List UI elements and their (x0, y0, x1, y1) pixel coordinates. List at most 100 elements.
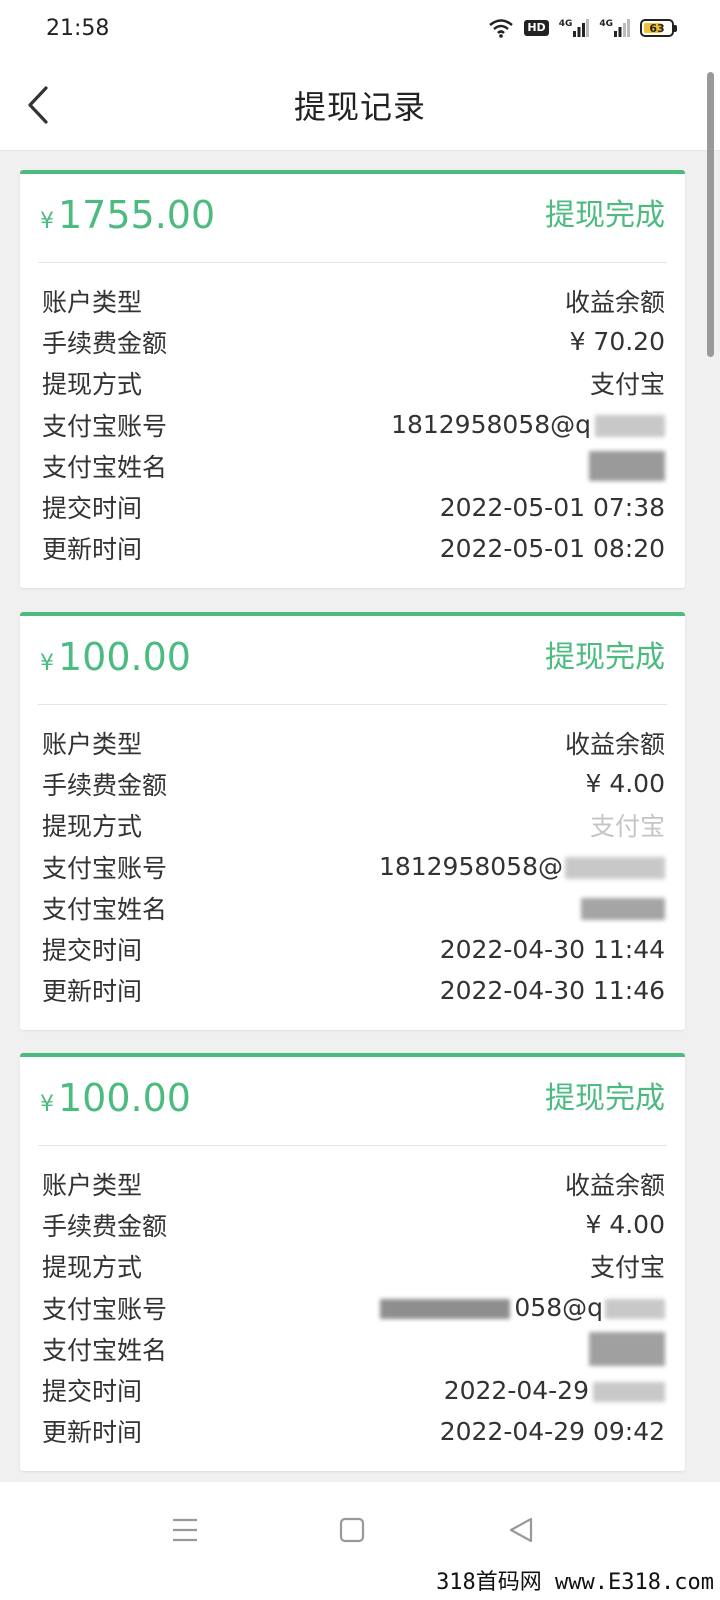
value-account-type: 收益余额 (564, 729, 665, 759)
value-submit-time: 2022-04-30 11:44 (439, 934, 665, 964)
divider (38, 262, 667, 263)
label-alipay-account: 支付宝账号 (42, 853, 168, 883)
label-fee: 手续费金额 (42, 770, 168, 800)
label-account-type: 账户类型 (42, 287, 143, 317)
value-alipay-account-wrap: 1812958058@ (379, 852, 665, 881)
value-fee: ¥ 4.00 (585, 1210, 665, 1240)
wifi-icon (488, 18, 514, 38)
amount: ¥100.00 (40, 634, 191, 687)
label-update-time: 更新时间 (42, 535, 143, 565)
signal-icon-1: 4G (559, 19, 590, 37)
label-method: 提现方式 (42, 1253, 143, 1283)
row-alipay-account: 支付宝账号 058@q (42, 1287, 665, 1328)
record-details: 账户类型 收益余额 手续费金额 ¥ 4.00 提现方式 支付宝 支付宝账号 05… (42, 1163, 665, 1452)
row-submit-time: 提交时间 2022-04-29 (42, 1369, 665, 1410)
label-alipay-name: 支付宝姓名 (42, 452, 168, 482)
redacted-block (565, 857, 665, 880)
currency-symbol: ¥ (40, 1092, 54, 1117)
label-fee: 手续费金额 (42, 328, 168, 358)
row-update-time: 更新时间 2022-04-29 09:42 (42, 1411, 665, 1452)
label-alipay-account: 支付宝账号 (42, 411, 168, 441)
value-account-type: 收益余额 (564, 1170, 665, 1200)
redacted-block (595, 415, 665, 438)
row-account-type: 账户类型 收益余额 (42, 1163, 665, 1204)
system-nav-bar: 318首码网 www.E318.com (0, 1482, 720, 1600)
amount-value: 100.00 (58, 1076, 191, 1120)
record-details: 账户类型 收益余额 手续费金额 ¥ 4.00 提现方式 支付宝 支付宝账号 18… (42, 722, 665, 1011)
row-fee: 手续费金额 ¥ 4.00 (42, 763, 665, 804)
value-alipay-account: 058@q (514, 1293, 603, 1323)
value-submit-time: 2022-04-29 (443, 1375, 589, 1405)
currency-symbol: ¥ (40, 209, 54, 234)
value-account-type: 收益余额 (564, 287, 665, 317)
withdrawal-record-card: ¥100.00 提现完成 账户类型 收益余额 手续费金额 ¥ 4.00 提现方式… (20, 1053, 685, 1471)
system-back-button[interactable] (501, 1510, 541, 1550)
redacted-block (380, 1299, 511, 1320)
status-bar: 21:58 HD 4G 4G 63 (0, 0, 720, 60)
withdrawal-record-card: ¥1755.00 提现完成 账户类型 收益余额 手续费金额 ¥ 70.20 提现… (20, 170, 685, 588)
watermark: 318首码网 www.E318.com (436, 1570, 714, 1595)
value-alipay-name-redacted (589, 1331, 665, 1366)
redacted-block (593, 1381, 665, 1402)
currency-symbol: ¥ (40, 651, 54, 676)
label-fee: 手续费金额 (42, 1211, 168, 1241)
value-update-time: 2022-04-29 09:42 (439, 1416, 665, 1446)
value-alipay-account-wrap: 1812958058@q (391, 410, 665, 439)
label-submit-time: 提交时间 (42, 1377, 143, 1407)
label-alipay-name: 支付宝姓名 (42, 1335, 168, 1365)
value-alipay-name-redacted (589, 450, 665, 482)
home-button[interactable] (332, 1510, 372, 1550)
nav-bar: 提现记录 (0, 60, 720, 151)
row-alipay-name: 支付宝姓名 (42, 445, 665, 486)
amount-value: 100.00 (58, 635, 191, 679)
record-details: 账户类型 收益余额 手续费金额 ¥ 70.20 提现方式 支付宝 支付宝账号 1… (42, 280, 665, 569)
value-fee: ¥ 4.00 (585, 769, 665, 799)
back-triangle-icon (509, 1517, 533, 1543)
menu-button[interactable] (165, 1510, 205, 1550)
battery-level: 63 (649, 21, 665, 35)
value-fee: ¥ 70.20 (569, 327, 665, 357)
row-alipay-account: 支付宝账号 1812958058@ (42, 846, 665, 887)
row-update-time: 更新时间 2022-04-30 11:46 (42, 970, 665, 1011)
amount: ¥100.00 (40, 1075, 191, 1128)
battery-icon: 63 (640, 19, 677, 37)
label-update-time: 更新时间 (42, 1418, 143, 1448)
row-alipay-name: 支付宝姓名 (42, 887, 665, 928)
status-icons: HD 4G 4G 63 (488, 18, 677, 38)
divider (38, 704, 667, 705)
signal-icon-2: 4G (599, 19, 630, 37)
divider (38, 1145, 667, 1146)
label-account-type: 账户类型 (42, 1170, 143, 1200)
value-alipay-account: 1812958058@ (378, 852, 563, 882)
label-method: 提现方式 (42, 812, 143, 842)
scrollbar[interactable] (707, 72, 714, 357)
status-badge: 提现完成 (545, 640, 665, 675)
row-update-time: 更新时间 2022-05-01 08:20 (42, 528, 665, 569)
label-alipay-name: 支付宝姓名 (42, 894, 168, 924)
row-submit-time: 提交时间 2022-04-30 11:44 (42, 928, 665, 969)
value-update-time: 2022-05-01 08:20 (439, 533, 665, 563)
redacted-block (605, 1299, 665, 1320)
label-account-type: 账户类型 (42, 729, 143, 759)
label-alipay-account: 支付宝账号 (42, 1294, 168, 1324)
value-update-time: 2022-04-30 11:46 (439, 975, 665, 1005)
row-alipay-name: 支付宝姓名 (42, 1328, 665, 1369)
value-method: 支付宝 (589, 812, 665, 842)
row-fee: 手续费金额 ¥ 4.00 (42, 1204, 665, 1245)
row-method: 提现方式 支付宝 (42, 1246, 665, 1287)
row-alipay-account: 支付宝账号 1812958058@q (42, 404, 665, 445)
network-label-2: 4G (599, 19, 613, 29)
row-method: 提现方式 支付宝 (42, 363, 665, 404)
row-account-type: 账户类型 收益余额 (42, 280, 665, 321)
withdrawal-record-card: ¥100.00 提现完成 账户类型 收益余额 手续费金额 ¥ 4.00 提现方式… (20, 612, 685, 1030)
value-method: 支付宝 (589, 1253, 665, 1283)
page-title: 提现记录 (293, 88, 426, 126)
value-alipay-account: 1812958058@q (391, 410, 591, 440)
value-alipay-account-wrap: 058@q (380, 1293, 665, 1322)
row-fee: 手续费金额 ¥ 70.20 (42, 321, 665, 362)
value-submit-time-wrap: 2022-04-29 (444, 1376, 665, 1405)
status-badge: 提现完成 (545, 1081, 665, 1116)
row-account-type: 账户类型 收益余额 (42, 722, 665, 763)
label-submit-time: 提交时间 (42, 936, 143, 966)
status-time: 21:58 (46, 16, 110, 41)
